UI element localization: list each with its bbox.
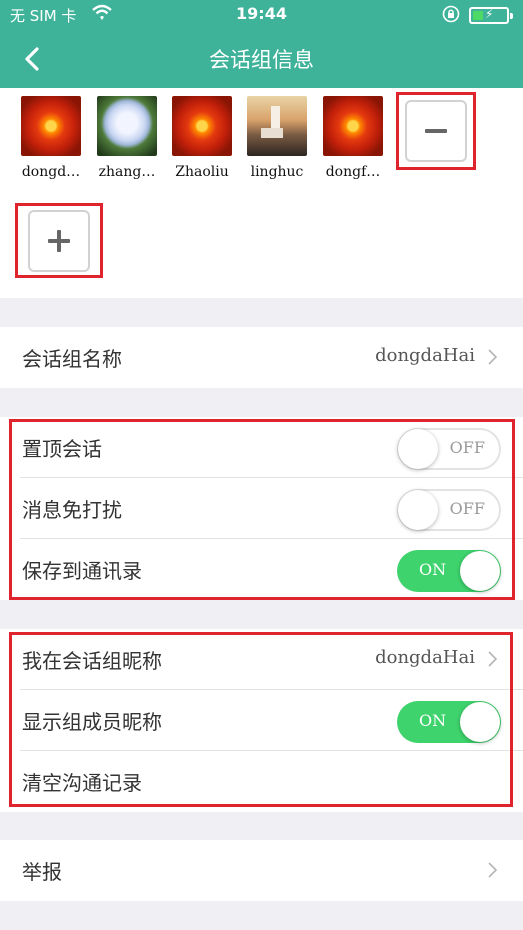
chat-settings-highlight	[9, 419, 515, 600]
member-name: dongd…	[21, 164, 81, 180]
nickname-settings-highlight	[9, 632, 513, 807]
member-name: linghuc	[250, 164, 304, 180]
chevron-right-icon	[488, 349, 498, 365]
member-item[interactable]: dongf…	[314, 96, 392, 180]
avatar	[247, 96, 307, 156]
page-title: 会话组信息	[209, 48, 314, 72]
member-name: dongf…	[325, 164, 381, 180]
member-name: zhang…	[98, 164, 156, 180]
report-section: 举报	[0, 840, 523, 901]
member-item[interactable]: dongd…	[12, 96, 90, 180]
add-member-highlight	[15, 203, 103, 278]
nickname-settings-section: 我在会话组昵称 dongdaHai 显示组成员昵称 ON 清空沟通记录	[0, 629, 523, 812]
group-name-value: dongdaHai	[375, 345, 475, 366]
nav-bar: 会话组信息	[0, 30, 523, 88]
report-label: 举报	[22, 860, 62, 884]
group-name-row[interactable]: 会话组名称 dongdaHai	[0, 327, 523, 388]
member-item[interactable]: linghuc	[238, 96, 316, 180]
minus-icon	[425, 129, 447, 133]
member-item[interactable]: zhang…	[88, 96, 166, 180]
group-name-section: 会话组名称 dongdaHai	[0, 327, 523, 388]
avatar	[172, 96, 232, 156]
report-row[interactable]: 举报	[0, 840, 523, 901]
group-name-label: 会话组名称	[22, 347, 122, 371]
avatar	[323, 96, 383, 156]
member-item[interactable]: Zhaoliu	[163, 96, 241, 180]
avatar	[97, 96, 157, 156]
remove-member-highlight	[396, 92, 476, 170]
chevron-right-icon	[488, 862, 498, 878]
chat-settings-section: 置顶会话 OFF 消息免打扰 OFF 保存到通讯录 ON	[0, 417, 523, 600]
battery-icon: ⚡	[469, 7, 513, 24]
avatar	[21, 96, 81, 156]
member-grid: dongd… zhang… Zhaoliu linghuc dongf…	[0, 88, 523, 298]
add-member-button[interactable]	[28, 210, 90, 272]
remove-member-button[interactable]	[405, 100, 467, 162]
status-bar: 无 SIM 卡 19:44 ⚡	[0, 0, 523, 30]
rotation-lock-icon	[442, 5, 460, 23]
member-name: Zhaoliu	[175, 164, 229, 180]
